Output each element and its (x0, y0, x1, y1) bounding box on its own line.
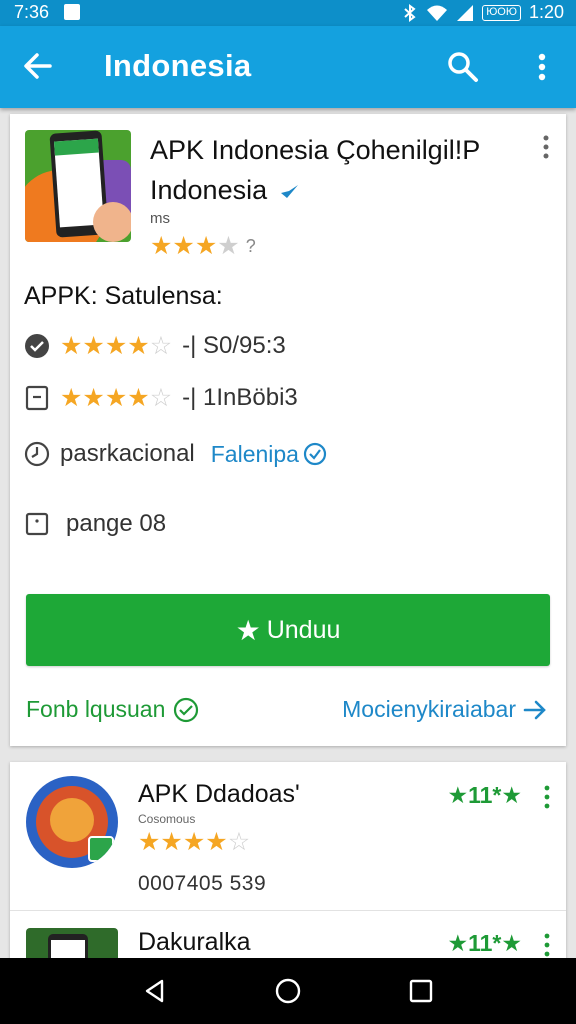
section-title: APPK: Satulensa: (24, 282, 223, 310)
footer-left-link[interactable]: Fonb lqusuan (26, 696, 199, 723)
app-detail-card: APK Indonesia Çohenilgil!P Indonesia ms … (10, 114, 566, 746)
nav-back-icon[interactable] (142, 978, 168, 1004)
notification-icon (64, 4, 80, 20)
app-title: APK Indonesia Çohenilgil!P Indonesia (150, 130, 530, 210)
search-icon[interactable] (446, 50, 480, 84)
wifi-icon (427, 5, 448, 21)
star-empty-icon: ★ (217, 232, 240, 260)
page-label: pange 08 (66, 510, 167, 537)
status-clock: 1:20 (528, 2, 564, 22)
download-button[interactable]: ★ Unduu (26, 594, 550, 666)
star-icon: ★ (194, 232, 218, 260)
info-row-category: pasrkacional Falenipa (24, 440, 327, 468)
star-icon: ★ (172, 232, 195, 260)
app-bar: Indonesia (0, 26, 576, 108)
list-item-count: 0007405 539 (138, 872, 267, 895)
divider (10, 910, 566, 911)
check-circle-icon (303, 442, 327, 466)
category-link[interactable]: Falenipa (211, 441, 299, 468)
list-item-score: ★11*★ (447, 782, 522, 808)
info-icon (25, 512, 49, 536)
shield-check-icon (25, 334, 49, 358)
star-icon: ★ (235, 614, 261, 646)
status-bar: 7:36 ЮОЮ 1:20 (0, 0, 576, 26)
app-rating: ★ ★ ★ ★ ? (150, 234, 256, 259)
arrow-right-icon (523, 700, 546, 719)
list-item-menu-icon[interactable] (542, 784, 552, 810)
list-item-thumbnail[interactable] (26, 776, 118, 868)
footer-right-label: Mocienykiraiabar (342, 696, 516, 722)
system-nav-bar (0, 958, 576, 1024)
info-row-document: ★ ★ ★ ★ ☆ -| 1InBöbi3 (24, 384, 298, 412)
status-time: 7:36 (14, 2, 50, 22)
document-icon (25, 385, 49, 411)
app-title-line2: Indonesia (150, 175, 268, 205)
status-icons: ЮОЮ 1:20 (402, 2, 564, 23)
info-row-value: -| S0/95:3 (182, 332, 286, 359)
battery-icon: ЮОЮ (482, 4, 521, 21)
info-row-page: pange 08 (24, 510, 166, 538)
signal-icon (457, 4, 474, 21)
footer-left-label: Fonb lqusuan (26, 696, 166, 722)
nav-recents-icon[interactable] (408, 978, 434, 1004)
overflow-menu-icon[interactable] (530, 50, 554, 84)
clock-icon (24, 441, 50, 467)
download-button-label: Unduu (266, 615, 341, 644)
app-title-line1: APK Indonesia Çohenilgil!P (150, 135, 481, 165)
verified-icon (280, 184, 298, 198)
list-item-score: ★11*★ (447, 930, 522, 956)
back-arrow-icon[interactable] (22, 50, 54, 82)
star-icon: ★ (150, 232, 173, 260)
footer-right-link[interactable]: Mocienykiraiabar (342, 696, 548, 723)
info-row-rating: ★ ★ ★ ★ ☆ -| S0/95:3 (24, 332, 286, 360)
list-item-title[interactable]: APK Ddadoas' (138, 780, 300, 809)
app-thumbnail[interactable] (25, 130, 131, 242)
app-meta: ms (150, 210, 170, 227)
rating-suffix: ? (245, 236, 256, 256)
list-item-subtitle: Cosomous (138, 812, 196, 826)
category-label: pasrkacional (60, 440, 195, 467)
info-row-value: -| 1InBöbi3 (182, 384, 298, 411)
card-menu-icon[interactable] (538, 134, 554, 160)
list-item-title[interactable]: Dakuralka (138, 928, 251, 957)
nav-home-icon[interactable] (275, 978, 301, 1004)
check-circle-icon (174, 697, 199, 722)
bluetooth-icon (404, 3, 416, 22)
list-item-rating: ★ ★ ★ ★ ☆ (138, 828, 251, 856)
page-title: Indonesia (104, 48, 252, 83)
list-item-menu-icon[interactable] (542, 932, 552, 958)
